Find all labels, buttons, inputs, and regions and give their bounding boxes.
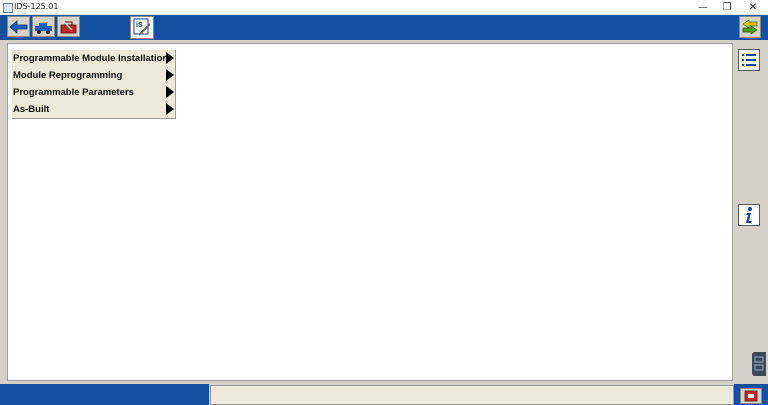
main-content: Programmable Module Installation Module …: [7, 43, 733, 381]
ids-window: IDS-125.01 — ❐ ✕ iS Programmable Module …: [0, 0, 768, 405]
vehicle-button[interactable]: [32, 16, 55, 37]
toolbox-button[interactable]: [57, 16, 80, 37]
info-button[interactable]: [738, 204, 760, 226]
list-icon: [742, 54, 756, 66]
submenu-arrow-icon: [166, 86, 174, 98]
menu-item-programmable-module-installation[interactable]: Programmable Module Installation: [12, 50, 175, 67]
exchange-button[interactable]: [739, 16, 761, 38]
submenu-arrow-icon: [166, 103, 174, 115]
close-button[interactable]: ✕: [740, 0, 766, 15]
menu-item-label: Programmable Parameters: [13, 87, 134, 98]
app-icon: [3, 3, 13, 13]
ids-logo-icon: iS: [133, 18, 151, 36]
exchange-arrows-icon: [742, 19, 758, 35]
menu-item-module-reprogramming[interactable]: Module Reprogramming: [12, 67, 175, 84]
menu-item-programmable-parameters[interactable]: Programmable Parameters: [12, 84, 175, 101]
minimize-button[interactable]: —: [690, 0, 716, 15]
submenu-arrow-icon: [166, 69, 174, 81]
menu-item-as-built[interactable]: As-Built: [12, 101, 175, 118]
title-bar: IDS-125.01 — ❐ ✕: [0, 0, 768, 16]
back-arrow-icon: [9, 20, 28, 34]
window-title: IDS-125.01: [14, 2, 59, 11]
stop-icon: [744, 390, 758, 402]
module-programming-menu: Programmable Module Installation Module …: [12, 50, 176, 119]
status-bar-left: [0, 384, 209, 405]
status-bar-message: [210, 385, 734, 405]
menu-item-label: Module Reprogramming: [13, 70, 123, 81]
vehicle-icon: [35, 23, 52, 34]
svg-text:iS: iS: [136, 22, 143, 29]
back-button[interactable]: [7, 16, 30, 37]
toolbar: iS: [0, 15, 768, 40]
side-panel-handle[interactable]: [752, 352, 766, 376]
panel-toggle-icon: [754, 356, 764, 371]
submenu-arrow-icon: [166, 52, 174, 64]
menu-item-label: As-Built: [13, 104, 50, 115]
info-icon: [746, 207, 752, 223]
list-button[interactable]: [738, 49, 760, 71]
toolbox-icon: [60, 20, 77, 34]
menu-item-label: Programmable Module Installation: [13, 53, 169, 64]
maximize-button[interactable]: ❐: [714, 0, 740, 15]
stop-button[interactable]: [740, 388, 762, 404]
ids-home-button[interactable]: iS: [130, 16, 154, 39]
